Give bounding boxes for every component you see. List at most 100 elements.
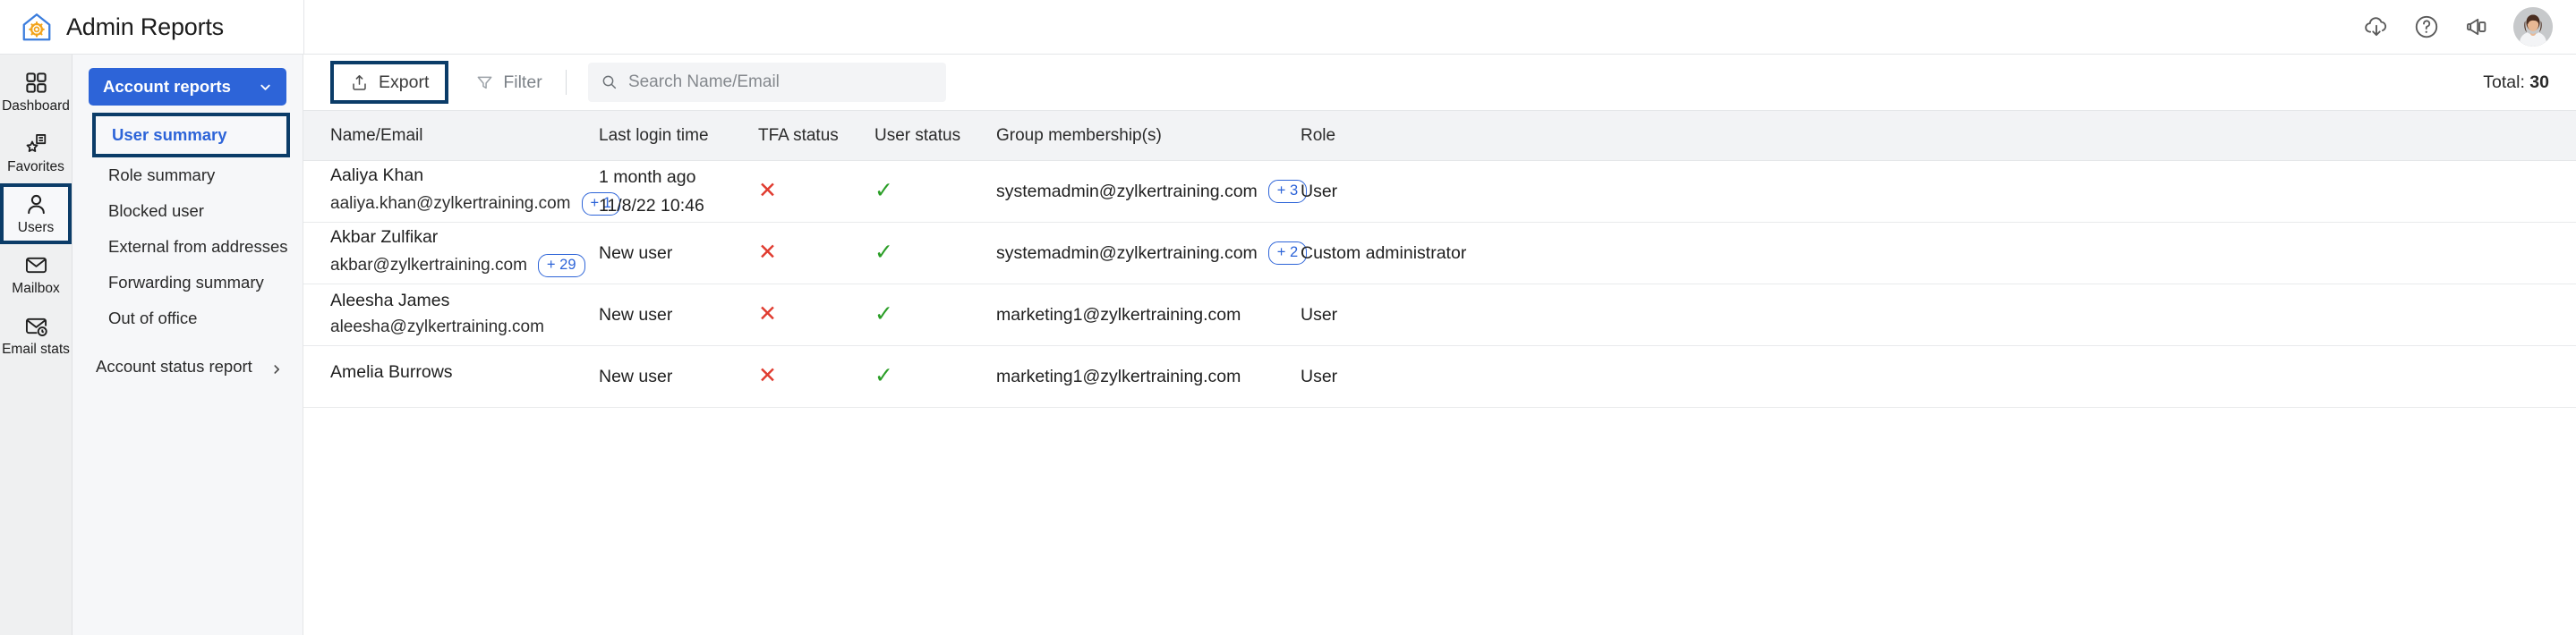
cell-tfa-status: ✕	[758, 222, 874, 284]
subnav-item-label: External from addresses	[108, 237, 288, 256]
user-email: aaliya.khan@zylkertraining.com	[330, 194, 571, 214]
rail-item-users[interactable]: Users	[0, 183, 72, 244]
search-field[interactable]	[587, 63, 946, 102]
cell-last-login: New user	[599, 284, 758, 346]
funnel-icon	[475, 73, 494, 92]
user-email-row: aaliya.khan@zylkertraining.com + 1	[330, 192, 620, 216]
table-row[interactable]: Aleesha James aleesha@zylkertraining.com…	[303, 284, 2576, 346]
table-row[interactable]: Akbar Zulfikar akbar@zylkertraining.com …	[303, 222, 2576, 284]
brand-title: Admin Reports	[66, 13, 224, 40]
rail-label: Mailbox	[12, 281, 60, 297]
column-header-user-status[interactable]: User status	[874, 110, 996, 161]
last-login-relative: New user	[599, 242, 673, 263]
icon-rail: Dashboard Favorites Users Mailbox Email …	[0, 55, 73, 635]
subnav-item-label: Out of office	[108, 309, 198, 327]
role-value: User	[1301, 304, 1338, 325]
table-header-row: Name/Email Last login time TFA status Us…	[303, 110, 2576, 161]
table-row[interactable]: Aaliya Khan aaliya.khan@zylkertraining.c…	[303, 160, 2576, 223]
role-value: User	[1301, 366, 1338, 386]
account-reports-button[interactable]: Account reports	[89, 68, 286, 106]
cell-role: Custom administrator	[1301, 222, 2576, 284]
subnav-item-forwarding-summary[interactable]: Forwarding summary	[73, 265, 303, 301]
status-check-icon: ✓	[874, 178, 893, 203]
rail-item-favorites[interactable]: Favorites	[0, 123, 72, 183]
search-input[interactable]	[627, 72, 934, 92]
subnav-item-blocked-user[interactable]: Blocked user	[73, 193, 303, 229]
user-summary-table: Name/Email Last login time TFA status Us…	[303, 110, 2576, 408]
user-email-row: akbar@zylkertraining.com + 29	[330, 254, 599, 278]
subnav-item-account-status-report[interactable]: Account status report	[73, 347, 303, 386]
user-email: aleesha@zylkertraining.com	[330, 318, 544, 337]
table-body: Aaliya Khan aaliya.khan@zylkertraining.c…	[303, 160, 2576, 408]
cell-tfa-status: ✕	[758, 284, 874, 346]
group-email: systemadmin@zylkertraining.com	[996, 242, 1258, 263]
cell-role: User	[1301, 345, 2576, 408]
column-header-last-login[interactable]: Last login time	[599, 110, 758, 161]
rail-item-mailbox[interactable]: Mailbox	[0, 244, 72, 305]
group-row: marketing1@zylkertraining.com	[996, 305, 1301, 326]
rail-label: Dashboard	[2, 98, 70, 114]
last-login-relative: New user	[599, 366, 673, 386]
cell-user-status: ✓	[874, 222, 996, 284]
subnav-item-label: Role summary	[108, 165, 216, 184]
cell-name-email: Akbar Zulfikar akbar@zylkertraining.com …	[303, 222, 599, 284]
user-avatar[interactable]	[2513, 7, 2553, 47]
group-email: marketing1@zylkertraining.com	[996, 304, 1241, 325]
subnav-item-role-summary[interactable]: Role summary	[73, 157, 303, 193]
subnav-item-user-summary[interactable]: User summary	[92, 113, 290, 157]
rail-label: Email stats	[2, 342, 70, 358]
user-name: Akbar Zulfikar	[330, 226, 439, 247]
column-header-group-membership[interactable]: Group membership(s)	[996, 110, 1301, 161]
user-icon	[24, 192, 48, 216]
group-row: systemadmin@zylkertraining.com + 2	[996, 241, 1308, 265]
cell-last-login: New user	[599, 345, 758, 408]
subnav-footer-label: Account status report	[96, 357, 252, 376]
cell-tfa-status: ✕	[758, 160, 874, 223]
grid-icon	[24, 71, 48, 95]
help-circle-icon[interactable]	[2413, 13, 2440, 40]
group-email: systemadmin@zylkertraining.com	[996, 181, 1258, 201]
cell-tfa-status: ✕	[758, 345, 874, 408]
user-table-container: Name/Email Last login time TFA status Us…	[303, 110, 2576, 635]
last-login-timestamp: 11/8/22 10:46	[599, 195, 704, 216]
column-header-tfa-status[interactable]: TFA status	[758, 110, 874, 161]
cell-role: User	[1301, 160, 2576, 223]
rail-item-dashboard[interactable]: Dashboard	[0, 62, 72, 123]
filter-button[interactable]: Filter	[461, 63, 556, 102]
user-name: Amelia Burrows	[330, 361, 453, 382]
chevron-down-icon	[259, 80, 272, 94]
cell-last-login: 1 month ago 11/8/22 10:46	[599, 160, 758, 223]
email-overflow-badge[interactable]: + 29	[537, 254, 585, 278]
rail-item-email-stats[interactable]: Email stats	[0, 305, 72, 366]
status-cross-icon: ✕	[758, 240, 777, 265]
cloud-download-icon[interactable]	[2363, 13, 2390, 40]
rail-label: Users	[17, 220, 55, 236]
subnav-item-label: Blocked user	[108, 201, 204, 220]
group-row: systemadmin@zylkertraining.com + 3	[996, 180, 1308, 203]
table-row[interactable]: Amelia Burrows New user ✕ ✓ marketing1@z…	[303, 345, 2576, 408]
user-email: akbar@zylkertraining.com	[330, 256, 527, 275]
user-name: Aleesha James	[330, 290, 450, 310]
export-button[interactable]: Export	[330, 61, 449, 104]
cell-name-email: Amelia Burrows	[303, 345, 599, 408]
status-cross-icon: ✕	[758, 301, 777, 326]
envelope-icon	[24, 253, 48, 277]
account-reports-label: Account reports	[103, 77, 231, 96]
last-login-relative: New user	[599, 304, 673, 325]
group-row: marketing1@zylkertraining.com	[996, 367, 1301, 387]
column-header-role[interactable]: Role	[1301, 110, 2576, 161]
house-gear-icon	[20, 10, 54, 44]
subnav-item-out-of-office[interactable]: Out of office	[73, 301, 303, 336]
cell-group-membership: marketing1@zylkertraining.com	[996, 284, 1301, 346]
cell-user-status: ✓	[874, 284, 996, 346]
status-check-icon: ✓	[874, 301, 893, 326]
status-check-icon: ✓	[874, 240, 893, 265]
brand[interactable]: Admin Reports	[0, 0, 304, 54]
cell-name-email: Aaliya Khan aaliya.khan@zylkertraining.c…	[303, 160, 620, 223]
subnav-item-external-from-addresses[interactable]: External from addresses	[73, 229, 303, 265]
cell-role: User	[1301, 284, 2576, 346]
megaphone-icon[interactable]	[2463, 13, 2490, 40]
cell-last-login: New user	[599, 222, 758, 284]
status-cross-icon: ✕	[758, 363, 777, 388]
column-header-name-email[interactable]: Name/Email	[303, 110, 599, 161]
